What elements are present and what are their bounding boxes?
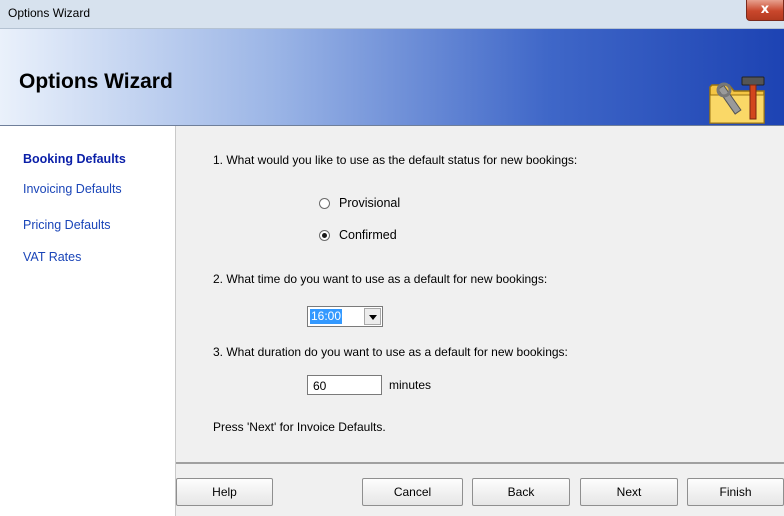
radio-provisional-circle[interactable] [319,197,330,209]
close-icon: x [760,2,770,17]
chevron-down-icon[interactable] [364,308,381,325]
wizard-banner: Options Wizard [0,29,784,126]
radio-provisional[interactable]: Provisional [319,196,400,210]
question-default-duration: 3. What duration do you want to use as a… [213,345,568,359]
cancel-button[interactable]: Cancel [362,478,463,506]
help-button[interactable]: Help [176,478,273,506]
title-bar: Options Wizard x [0,0,784,29]
time-value[interactable]: 16:00 [310,309,343,324]
sidebar: Booking Defaults Invoicing Defaults Pric… [0,126,176,516]
radio-confirmed[interactable]: Confirmed [319,228,397,242]
duration-input[interactable]: 60 [307,375,382,395]
close-button[interactable]: x [746,0,784,21]
next-button[interactable]: Next [580,478,678,506]
time-combobox[interactable]: 16:00 [307,306,383,327]
radio-confirmed-circle[interactable] [319,229,330,241]
next-hint: Press 'Next' for Invoice Defaults. [213,420,386,434]
radio-provisional-label[interactable]: Provisional [339,196,400,210]
button-bar: Help Cancel Back Next Finish [176,462,784,516]
sidebar-item-pricing-defaults[interactable]: Pricing Defaults [23,218,111,232]
radio-confirmed-label[interactable]: Confirmed [339,228,397,242]
back-button[interactable]: Back [472,478,570,506]
finish-button[interactable]: Finish [687,478,784,506]
question-default-time: 2. What time do you want to use as a def… [213,272,548,286]
sidebar-item-invoicing-defaults[interactable]: Invoicing Defaults [23,182,122,196]
sidebar-item-booking-defaults[interactable]: Booking Defaults [23,152,126,166]
banner-title: Options Wizard [19,70,173,93]
wizard-content: 1. What would you like to use as the def… [176,126,784,462]
question-default-status: 1. What would you like to use as the def… [213,153,578,167]
sidebar-item-vat-rates[interactable]: VAT Rates [23,250,81,264]
window-title: Options Wizard [8,6,91,20]
folder-tools-icon [709,76,765,124]
duration-unit-label: minutes [389,378,432,392]
